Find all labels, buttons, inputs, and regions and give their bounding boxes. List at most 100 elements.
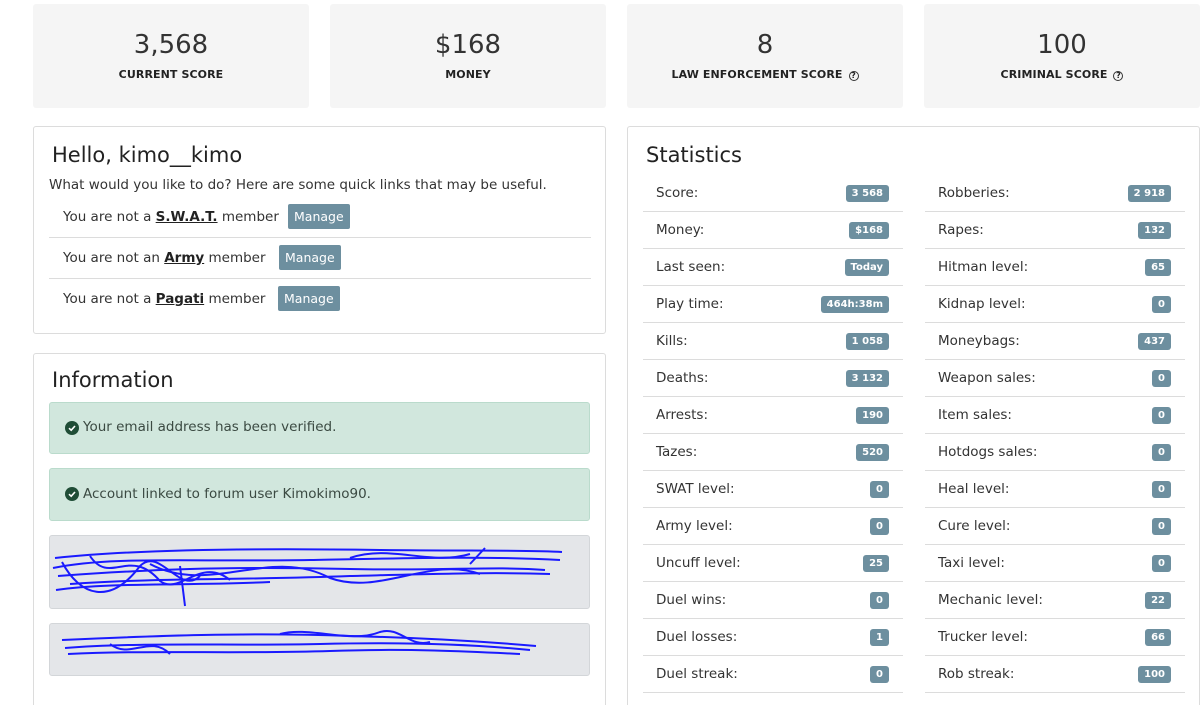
money-value: $168 [434,30,502,60]
stat-value-badge: 0 [1152,444,1171,461]
stat-label: Tazes: [656,444,698,460]
criminal-score-label: CRIMINAL SCORE [1000,68,1108,81]
stat-row: Score: 3 568 [643,175,903,212]
pagati-group-link[interactable]: Pagati [156,291,205,307]
swat-membership-row: You are not a S.W.A.T. member Manage [49,197,591,238]
stat-value-badge: 520 [856,444,889,461]
stat-value-badge: 0 [1152,370,1171,387]
stat-value-badge: 65 [1145,259,1171,276]
stat-row: Army level: 0 [643,508,903,545]
stat-value-badge: 22 [1145,592,1171,609]
stat-label: Heal level: [938,481,1010,497]
stat-value-badge: 2 918 [1127,185,1171,202]
money-label: MONEY [445,68,491,81]
stat-label: Duel losses: [656,629,738,645]
membership-prefix: You are not a [63,291,156,307]
stat-value-badge: 0 [1152,407,1171,424]
army-manage-button[interactable]: Manage [279,245,341,270]
swat-group-link[interactable]: S.W.A.T. [156,209,218,225]
stat-label: Moneybags: [938,333,1020,349]
stat-label: Arrests: [656,407,709,423]
stat-value-badge: 100 [1138,666,1171,683]
scribble-redaction [52,547,563,607]
check-circle-icon [65,487,79,501]
stat-row: Money: $168 [643,212,903,249]
information-panel: Information Your email address has been … [33,353,606,705]
stat-value-badge: 132 [1138,222,1171,239]
stat-label: Kills: [656,333,688,349]
stat-value-badge: 25 [863,555,889,572]
criminal-score-value: 100 [1037,30,1087,60]
stat-label: Deaths: [656,370,709,386]
email-verified-text: Your email address has been verified. [83,419,337,435]
stat-row: Duel losses: 1 [643,619,903,656]
stat-label: Mechanic level: [938,592,1043,608]
stat-label: Item sales: [938,407,1012,423]
hello-subtitle: What would you like to do? Here are some… [49,177,547,193]
money-card: $168 MONEY [330,4,606,108]
pagati-manage-button[interactable]: Manage [278,286,340,311]
stat-value-badge: 1 [870,629,889,646]
stat-label: Weapon sales: [938,370,1036,386]
stat-value-badge: 0 [870,666,889,683]
stat-row: Deaths: 3 132 [643,360,903,397]
stat-label: Cure level: [938,518,1011,534]
stat-label: Hitman level: [938,259,1029,275]
membership-prefix: You are not a [63,209,156,225]
membership-suffix: member [204,250,266,266]
membership-suffix: member [204,291,266,307]
swat-manage-button[interactable]: Manage [288,204,350,229]
stat-row: Rob streak: 100 [925,656,1185,693]
stat-label: Taxi level: [938,555,1005,571]
stat-label: Money: [656,222,705,238]
stat-label: Last seen: [656,259,726,275]
check-circle-icon [65,421,79,435]
stat-row: Last seen: Today [643,249,903,286]
swat-membership-text: You are not a S.W.A.T. member [63,209,279,225]
stat-label: Score: [656,185,699,201]
redacted-notice-2 [49,623,590,676]
current-score-value: 3,568 [133,30,209,60]
law-enforcement-score-value: 8 [756,30,774,60]
stat-row: Kills: 1 058 [643,323,903,360]
scribble-redaction [61,629,537,655]
army-group-link[interactable]: Army [164,250,204,266]
stat-label: Trucker level: [938,629,1028,645]
stat-value-badge: 0 [1152,481,1171,498]
stat-row: Heal level: 0 [925,471,1185,508]
stat-value-badge: 3 132 [845,370,889,387]
stat-label: Duel streak: [656,666,738,682]
stat-row: Kidnap level: 0 [925,286,1185,323]
stat-row: Uncuff level: 25 [643,545,903,582]
hello-panel: Hello, kimo__kimo What would you like to… [33,126,606,334]
stat-row: Duel streak: 0 [643,656,903,693]
stat-row: Hotdogs sales: 0 [925,434,1185,471]
stat-row: Rapes: 132 [925,212,1185,249]
current-score-card: 3,568 CURRENT SCORE [33,4,309,108]
stat-value-badge: 0 [1152,555,1171,572]
forum-linked-alert: Account linked to forum user Kimokimo90. [49,468,590,521]
help-icon[interactable]: ? [1113,71,1124,81]
membership-prefix: You are not an [63,250,165,266]
stat-row: Play time: 464h:38m [643,286,903,323]
statistics-left-column: Score: 3 568 Money: $168 Last seen: Today Play… [643,175,903,693]
stat-value-badge: 3 568 [845,185,889,202]
law-enforcement-score-label-wrap: LAW ENFORCEMENT SCORE ? [627,68,903,81]
stat-row: Taxi level: 0 [925,545,1185,582]
stat-value-badge: 437 [1138,333,1171,350]
stat-value-badge: 0 [1152,296,1171,313]
stat-value-badge: 190 [856,407,889,424]
law-enforcement-score-card: 8 LAW ENFORCEMENT SCORE ? [627,4,903,108]
stat-value-badge: 1 058 [845,333,889,350]
help-icon[interactable]: ? [848,71,859,81]
stat-value-badge: 0 [870,518,889,535]
pagati-membership-text: You are not a Pagati member [63,291,265,307]
criminal-score-label-wrap: CRIMINAL SCORE ? [924,68,1200,81]
pagati-membership-row: You are not a Pagati member Manage [49,279,591,320]
stat-value-badge: 0 [870,481,889,498]
email-verified-alert: Your email address has been verified. [49,402,590,454]
stat-row: SWAT level: 0 [643,471,903,508]
stat-row: Weapon sales: 0 [925,360,1185,397]
current-score-label: CURRENT SCORE [118,68,224,81]
army-membership-row: You are not an Army member Manage [49,238,591,279]
